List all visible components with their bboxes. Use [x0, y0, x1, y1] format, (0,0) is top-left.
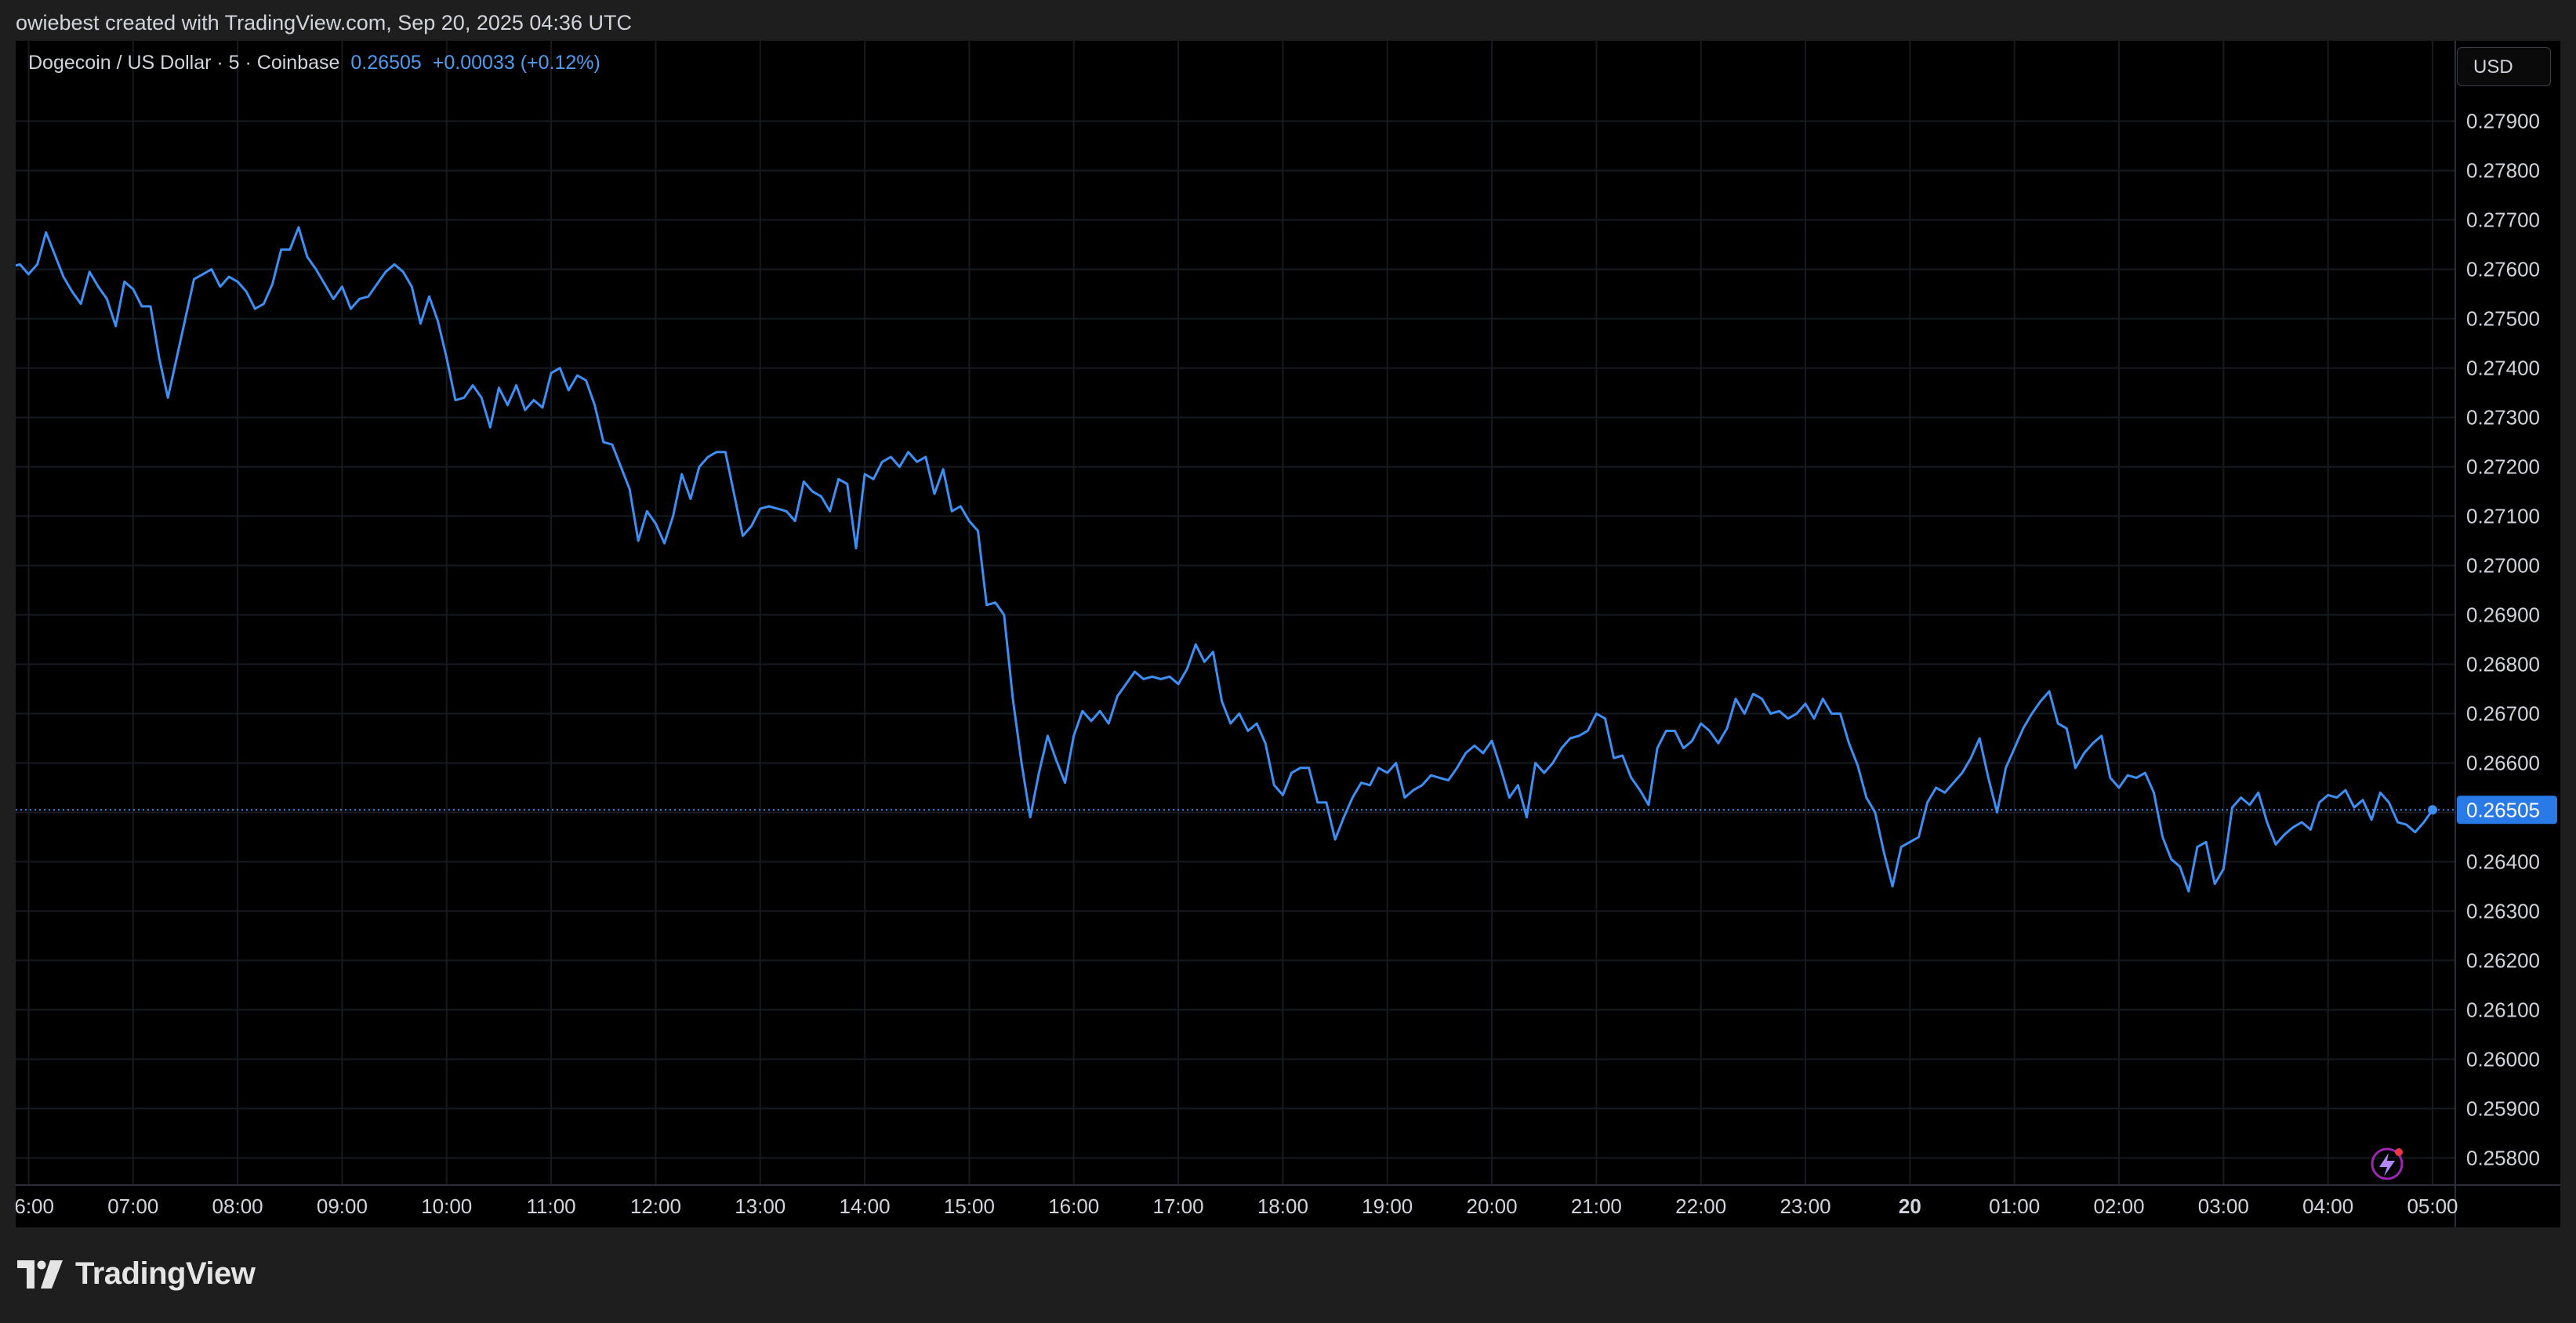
- price-tick-label: 0.26700: [2466, 701, 2540, 725]
- last-price-badge-label: 0.26505: [2466, 798, 2540, 821]
- time-tick-label: 04:00: [2302, 1194, 2353, 1218]
- tradingview-wordmark: TradingView: [75, 1256, 256, 1291]
- price-tick-label: 0.26800: [2466, 653, 2540, 676]
- price-tick-label: 0.26100: [2466, 998, 2540, 1021]
- price-tick-label: 0.26000: [2466, 1047, 2540, 1071]
- time-tick-label: 18:00: [1257, 1194, 1308, 1218]
- time-tick-label: 06:00: [16, 1194, 54, 1218]
- currency-button[interactable]: USD: [2457, 47, 2551, 86]
- price-tick-label: 0.27200: [2466, 455, 2540, 479]
- time-tick-label: 01:00: [1989, 1194, 2040, 1218]
- time-tick-label: 17:00: [1153, 1194, 1204, 1218]
- time-tick-label: 19:00: [1362, 1194, 1413, 1218]
- chart-area[interactable]: 0.27900 0.27800 0.27700 0.27600 0.27500 0.274…: [16, 41, 2560, 1227]
- price-tick-label: 0.27500: [2466, 307, 2540, 331]
- symbol-legend: Dogecoin / US Dollar · 5 · Coinbase 0.26…: [28, 52, 600, 74]
- time-tick-label: 12:00: [630, 1194, 681, 1218]
- price-tick-label: 0.27400: [2466, 357, 2540, 380]
- price-tick-label: 0.27700: [2466, 208, 2540, 232]
- tradingview-logo[interactable]: TradingView: [17, 1256, 256, 1292]
- time-tick-label: 13:00: [735, 1194, 785, 1218]
- time-tick-label: 20:00: [1467, 1194, 1518, 1218]
- price-tick-label: 0.27900: [2466, 110, 2540, 133]
- legend-price-change: +0.00033 (+0.12%): [432, 52, 600, 74]
- price-tick-label: 0.27100: [2466, 505, 2540, 528]
- notification-dot-icon: [2395, 1148, 2403, 1156]
- time-tick-label: 07:00: [107, 1194, 158, 1218]
- time-tick-label: 20: [1899, 1194, 1921, 1218]
- price-series-line: [16, 226, 2434, 893]
- time-tick-label: 23:00: [1780, 1194, 1830, 1218]
- lightning-icon: [2379, 1153, 2395, 1176]
- time-tick-label: 03:00: [2198, 1194, 2249, 1218]
- price-chart[interactable]: 0.27900 0.27800 0.27700 0.27600 0.27500 0.274…: [16, 41, 2560, 1227]
- price-tick-label: 0.26200: [2466, 948, 2540, 972]
- time-tick-label: 16:00: [1048, 1194, 1099, 1218]
- tradingview-logo-icon: [17, 1260, 63, 1289]
- time-tick-label: 11:00: [527, 1194, 576, 1218]
- time-tick-label: 21:00: [1571, 1194, 1622, 1218]
- time-tick-label: 15:00: [944, 1194, 995, 1218]
- price-tick-label: 0.27000: [2466, 554, 2540, 578]
- time-tick-label: 22:00: [1675, 1194, 1726, 1218]
- price-tick-label: 0.26300: [2466, 899, 2540, 922]
- price-tick-label: 0.26600: [2466, 751, 2540, 774]
- price-tick-label: 0.26900: [2466, 604, 2540, 627]
- price-tick-label: 0.27600: [2466, 258, 2540, 281]
- price-tick-label: 0.25900: [2466, 1096, 2540, 1120]
- time-tick-label: 09:00: [317, 1194, 368, 1218]
- legend-last-price: 0.26505: [350, 52, 422, 74]
- chart-caption: owiebest created with TradingView.com, S…: [16, 11, 632, 34]
- price-tick-label: 0.27300: [2466, 406, 2540, 430]
- symbol-title[interactable]: Dogecoin / US Dollar · 5 · Coinbase: [28, 52, 339, 74]
- time-tick-label: 05:00: [2407, 1194, 2458, 1218]
- price-tick-label: 0.27800: [2466, 159, 2540, 183]
- price-tick-label: 0.26400: [2466, 850, 2540, 873]
- last-point-marker: [2428, 805, 2437, 815]
- time-tick-label: 10:00: [421, 1194, 472, 1218]
- price-tick-label: 0.25800: [2466, 1146, 2540, 1169]
- time-tick-label: 08:00: [212, 1194, 263, 1218]
- time-tick-label: 02:00: [2093, 1194, 2144, 1218]
- time-tick-label: 14:00: [840, 1194, 891, 1218]
